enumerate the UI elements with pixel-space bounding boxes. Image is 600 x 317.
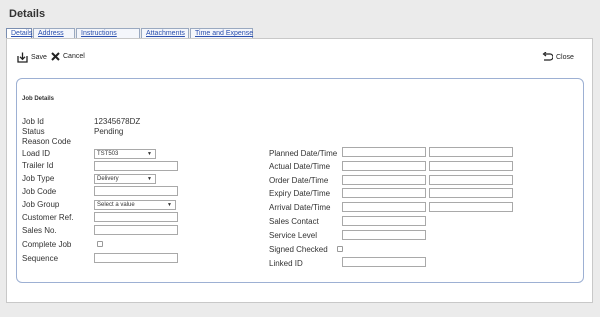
- sales-no-input[interactable]: [94, 225, 178, 235]
- job-details-title: Job Details: [22, 96, 55, 102]
- job-type-label: Job Type: [22, 174, 55, 183]
- actual-datetime-label: Actual Date/Time: [269, 162, 331, 171]
- sales-contact-label: Sales Contact: [269, 217, 319, 226]
- job-group-label: Job Group: [22, 200, 60, 209]
- expiry-date-input[interactable]: [342, 188, 426, 198]
- sequence-label: Sequence: [22, 254, 59, 263]
- cancel-button[interactable]: Cancel: [51, 52, 85, 61]
- tab-attachments[interactable]: Attachments: [141, 28, 189, 38]
- signed-checked-label: Signed Checked: [269, 245, 328, 254]
- status-value: Pending: [94, 127, 124, 136]
- sales-no-label: Sales No.: [22, 226, 57, 235]
- load-id-value: TST503: [97, 151, 119, 157]
- complete-job-checkbox[interactable]: [97, 241, 103, 247]
- order-time-input[interactable]: [429, 175, 513, 185]
- close-label: Close: [556, 53, 574, 61]
- order-datetime-label: Order Date/Time: [269, 176, 329, 185]
- close-x-icon: [51, 52, 60, 61]
- complete-job-label: Complete Job: [22, 240, 72, 249]
- actual-date-input[interactable]: [342, 161, 426, 171]
- job-id-label: Job Id: [22, 117, 44, 126]
- actual-time-input[interactable]: [429, 161, 513, 171]
- job-id-value: 12345678DZ: [94, 117, 141, 126]
- customer-ref-input[interactable]: [94, 212, 178, 222]
- job-group-value: Select a value: [97, 202, 135, 208]
- reason-code-label: Reason Code: [22, 137, 71, 146]
- dropdown-arrow-icon: ▼: [147, 176, 152, 182]
- tab-instructions[interactable]: Instructions: [76, 28, 140, 38]
- service-level-input[interactable]: [342, 230, 426, 240]
- job-type-select[interactable]: Delivery ▼: [94, 174, 156, 184]
- planned-time-input[interactable]: [429, 147, 513, 157]
- status-label: Status: [22, 127, 45, 136]
- job-details-group: Job Details Job Id 12345678DZ Status Pen…: [16, 78, 584, 283]
- job-code-label: Job Code: [22, 187, 57, 196]
- tab-details[interactable]: Details: [6, 28, 32, 38]
- arrival-date-input[interactable]: [342, 202, 426, 212]
- job-code-input[interactable]: [94, 186, 178, 196]
- expiry-datetime-label: Expiry Date/Time: [269, 189, 331, 198]
- toolbar: Save Cancel Close: [17, 52, 582, 66]
- dropdown-arrow-icon: ▼: [167, 202, 172, 208]
- trailer-id-label: Trailer Id: [22, 161, 54, 170]
- return-arrow-icon: [542, 52, 553, 62]
- customer-ref-label: Customer Ref.: [22, 213, 74, 222]
- job-group-select[interactable]: Select a value ▼: [94, 200, 176, 210]
- details-panel: Save Cancel Close Job Details Job Id 123…: [6, 38, 593, 303]
- close-button[interactable]: Close: [542, 52, 574, 62]
- service-level-label: Service Level: [269, 231, 318, 240]
- sequence-input[interactable]: [94, 253, 178, 263]
- arrival-time-input[interactable]: [429, 202, 513, 212]
- window-title: Details: [9, 8, 46, 20]
- load-id-select[interactable]: TST503 ▼: [94, 149, 156, 159]
- tab-address[interactable]: Address: [33, 28, 75, 38]
- planned-date-input[interactable]: [342, 147, 426, 157]
- details-window: Details Details Address Instructions Att…: [0, 0, 600, 317]
- linked-id-label: Linked ID: [269, 259, 303, 268]
- job-type-value: Delivery: [97, 176, 119, 182]
- order-date-input[interactable]: [342, 175, 426, 185]
- trailer-id-input[interactable]: [94, 161, 178, 171]
- planned-datetime-label: Planned Date/Time: [269, 149, 338, 158]
- save-label: Save: [31, 54, 47, 61]
- expiry-time-input[interactable]: [429, 188, 513, 198]
- cancel-label: Cancel: [63, 53, 85, 60]
- linked-id-input[interactable]: [342, 257, 426, 267]
- save-button[interactable]: Save: [17, 52, 47, 63]
- tab-time-and-expense[interactable]: Time and Expense: [190, 28, 253, 38]
- save-icon: [17, 52, 28, 63]
- dropdown-arrow-icon: ▼: [147, 151, 152, 157]
- load-id-label: Load ID: [22, 149, 51, 158]
- arrival-datetime-label: Arrival Date/Time: [269, 203, 331, 212]
- sales-contact-input[interactable]: [342, 216, 426, 226]
- signed-checked-checkbox[interactable]: [337, 246, 343, 252]
